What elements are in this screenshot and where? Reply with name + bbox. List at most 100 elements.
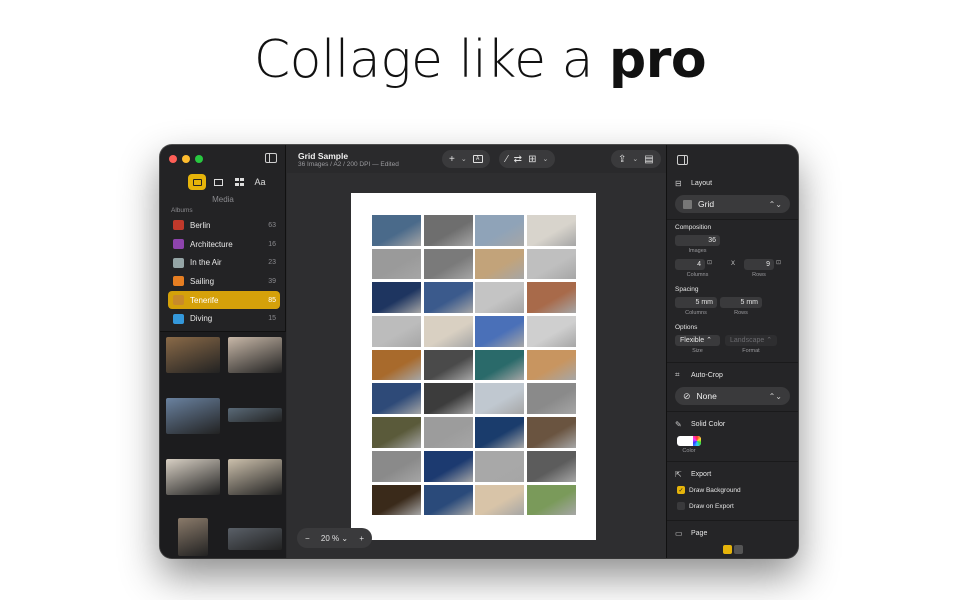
collage-photo[interactable] (423, 349, 473, 381)
printer-icon[interactable]: ▤ (644, 154, 653, 165)
collage-photo[interactable] (475, 349, 524, 381)
collage-photo[interactable] (423, 248, 473, 280)
collage-photo[interactable] (475, 417, 524, 448)
album-photo-thumbnail[interactable] (166, 337, 220, 373)
chevron-down-icon[interactable]: ⌄ (632, 155, 638, 163)
collage-photo[interactable] (526, 484, 576, 516)
collage-photo[interactable] (372, 383, 421, 415)
album-photo-thumbnail[interactable] (228, 337, 282, 373)
album-item[interactable]: In the Air 23 (168, 253, 280, 272)
color-label: Color (682, 448, 696, 454)
collage-photo[interactable] (475, 215, 524, 246)
album-count: 15 (268, 315, 276, 323)
lock-icon[interactable]: ⊡ (707, 259, 712, 266)
album-list: Berlin 63 Architecture 16 In the Air 23 Sailin… (168, 216, 280, 328)
canvas[interactable]: − 20 % ⌄ + (287, 173, 666, 558)
inspector-toggle-icon[interactable] (677, 155, 688, 165)
tab-patterns[interactable] (230, 174, 248, 190)
chevron-down-icon[interactable]: ⌄ (461, 155, 467, 163)
collage-photo[interactable] (526, 450, 576, 482)
auto-crop-dropdown[interactable]: ⊘ None ⌃⌄ (675, 387, 790, 405)
collage-photo[interactable] (526, 215, 576, 246)
collage-photo[interactable] (475, 383, 524, 415)
collage-photo[interactable] (372, 316, 421, 347)
layout-dropdown[interactable]: Grid ⌃⌄ (675, 195, 790, 213)
zoom-in-button[interactable]: + (359, 534, 364, 543)
collage-photo[interactable] (372, 450, 421, 482)
collage-page[interactable] (351, 193, 596, 540)
color-swatch[interactable] (677, 436, 701, 446)
size-select[interactable]: Flexible ⌃ (675, 335, 720, 346)
text-box-icon[interactable]: A (472, 155, 483, 163)
zoom-button[interactable] (195, 155, 203, 163)
lock-icon[interactable]: ⊡ (776, 259, 781, 266)
album-count: 16 (268, 240, 276, 248)
close-button[interactable] (169, 155, 177, 163)
zoom-value[interactable]: 20 % ⌄ (321, 534, 348, 543)
collage-photo[interactable] (526, 248, 576, 280)
color-wheel-icon[interactable] (693, 436, 701, 446)
album-photo-thumbnail[interactable] (228, 459, 282, 495)
album-photo-thumbnail[interactable] (166, 459, 220, 495)
format-select[interactable]: Landscape ⌃ (725, 335, 777, 346)
album-item[interactable]: Sailing 39 (168, 272, 280, 291)
collage-photo[interactable] (526, 383, 576, 415)
collage-photo[interactable] (423, 417, 473, 448)
draw-on-export-checkbox[interactable]: Draw on Export (677, 502, 734, 510)
headline-bold: pro (609, 30, 707, 90)
album-item[interactable]: Tenerife 85 (168, 290, 280, 310)
collage-photo[interactable] (526, 282, 576, 314)
album-item[interactable]: Architecture 16 (168, 235, 280, 254)
magic-wand-icon[interactable]: ⁄ (506, 154, 508, 165)
album-photo-thumbnail[interactable] (228, 528, 282, 550)
layout-icon[interactable]: ⊞ (528, 154, 536, 165)
plus-icon[interactable]: + (449, 154, 455, 165)
collage-photo[interactable] (372, 282, 421, 314)
view-button-active[interactable] (723, 545, 732, 554)
collage-photo[interactable] (475, 282, 524, 314)
collage-photo[interactable] (526, 316, 576, 347)
chevron-down-icon[interactable]: ⌄ (542, 155, 548, 163)
album-item[interactable]: Diving 15 (168, 309, 280, 328)
collage-photo[interactable] (475, 484, 524, 516)
tab-frames[interactable] (209, 174, 227, 190)
minimize-button[interactable] (182, 155, 190, 163)
collage-photo[interactable] (526, 349, 576, 381)
collage-photo[interactable] (372, 484, 421, 516)
album-photo-thumbnail[interactable] (178, 518, 208, 556)
tab-photos[interactable] (188, 174, 206, 190)
collage-photo[interactable] (423, 450, 473, 482)
spacing-rows-field[interactable]: 5 mm (720, 297, 762, 308)
collage-photo[interactable] (475, 316, 524, 347)
view-button[interactable] (734, 545, 743, 554)
auto-crop-header: ⌗ Auto-Crop (675, 370, 723, 380)
collage-photo[interactable] (372, 215, 421, 246)
none-icon: ⊘ (683, 390, 691, 401)
spacing-columns-field[interactable]: 5 mm (675, 297, 717, 308)
collage-photo[interactable] (423, 383, 473, 415)
collage-photo[interactable] (423, 215, 473, 246)
draw-background-checkbox[interactable]: ✓ Draw Background (677, 486, 741, 494)
album-name: Berlin (190, 220, 211, 230)
album-item[interactable]: Berlin 63 (168, 216, 280, 235)
shuffle-icon[interactable]: ⇄ (514, 154, 522, 165)
collage-photo[interactable] (423, 484, 473, 516)
rows-field[interactable]: 9 (744, 259, 774, 270)
zoom-out-button[interactable]: − (305, 534, 310, 543)
album-photo-thumbnail[interactable] (228, 408, 282, 422)
sidebar-toggle-icon[interactable] (265, 153, 277, 163)
collage-photo[interactable] (423, 282, 473, 314)
album-photo-thumbnail[interactable] (166, 398, 220, 434)
collage-photo[interactable] (475, 450, 524, 482)
collage-photo[interactable] (475, 248, 524, 280)
share-icon[interactable]: ⇪ (618, 154, 626, 165)
collage-photo[interactable] (372, 248, 421, 280)
collage-photo[interactable] (423, 316, 473, 347)
collage-photo[interactable] (372, 349, 421, 381)
collage-photo[interactable] (372, 417, 421, 448)
columns-field[interactable]: 4 (675, 259, 705, 270)
images-field[interactable]: 36 (675, 235, 720, 246)
tab-text[interactable]: Aa (251, 174, 269, 190)
album-name: Architecture (190, 239, 233, 249)
collage-photo[interactable] (526, 417, 576, 448)
